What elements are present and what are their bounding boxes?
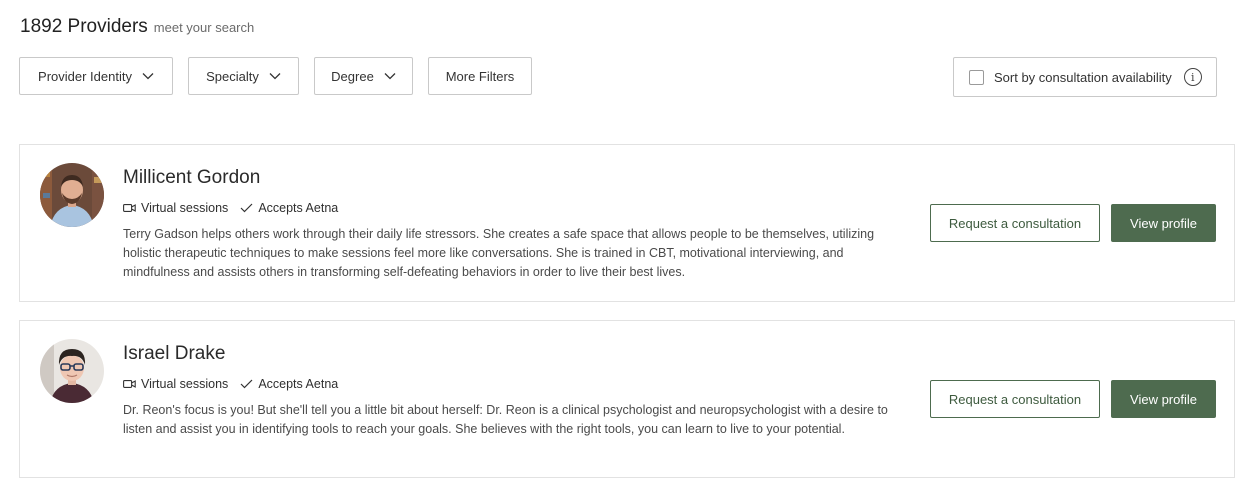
- provider-identity-filter-label: Provider Identity: [38, 68, 132, 84]
- results-heading: 1892 Providers meet your search: [20, 16, 254, 38]
- virtual-sessions-label: Virtual sessions: [141, 377, 229, 391]
- request-consultation-button[interactable]: Request a consultation: [930, 380, 1100, 418]
- more-filters-label: More Filters: [445, 68, 515, 84]
- results-count: 1892 Providers: [20, 16, 148, 37]
- info-icon[interactable]: i: [1183, 68, 1202, 86]
- virtual-sessions-tag: Virtual sessions: [123, 201, 228, 215]
- insurance-tag: Accepts Aetna: [240, 201, 338, 215]
- provider-avatar: [40, 163, 104, 227]
- insurance-label: Accepts Aetna: [258, 201, 339, 215]
- specialty-filter[interactable]: Specialty: [188, 57, 299, 95]
- view-profile-button[interactable]: View profile: [1111, 380, 1216, 418]
- more-filters-button[interactable]: More Filters: [428, 57, 532, 95]
- provider-description: Dr. Reon's focus is you! But she'll tell…: [123, 403, 888, 436]
- video-camera-icon: [123, 204, 136, 212]
- provider-card: Millicent Gordon Virtual sessions Accept…: [19, 144, 1235, 302]
- virtual-sessions-tag: Virtual sessions: [123, 377, 228, 391]
- video-camera-icon: [123, 380, 136, 388]
- specialty-filter-label: Specialty: [206, 68, 259, 84]
- chevron-down-icon: [384, 73, 396, 80]
- chevron-down-icon: [142, 73, 154, 80]
- virtual-sessions-label: Virtual sessions: [141, 201, 229, 215]
- checkmark-icon: [240, 379, 253, 389]
- sort-availability-checkbox[interactable]: [969, 69, 984, 85]
- provider-identity-filter[interactable]: Provider Identity: [19, 57, 173, 95]
- chevron-down-icon: [269, 73, 281, 80]
- insurance-tag: Accepts Aetna: [240, 377, 338, 391]
- provider-avatar: [40, 339, 104, 403]
- provider-tags: Virtual sessions Accepts Aetna: [123, 201, 338, 215]
- results-subtitle: meet your search: [153, 20, 255, 35]
- sort-by-availability[interactable]: Sort by consultation availability i: [953, 57, 1217, 97]
- provider-search-page: 1892 Providers meet your search Provider…: [0, 0, 1248, 496]
- provider-name[interactable]: Millicent Gordon: [123, 167, 260, 189]
- sort-availability-label: Sort by consultation availability: [994, 69, 1172, 85]
- degree-filter[interactable]: Degree: [314, 57, 413, 95]
- provider-card: Israel Drake Virtual sessions Accepts Ae…: [19, 320, 1235, 478]
- request-consultation-button[interactable]: Request a consultation: [930, 204, 1100, 242]
- view-profile-button[interactable]: View profile: [1111, 204, 1216, 242]
- degree-filter-label: Degree: [331, 68, 374, 84]
- provider-name[interactable]: Israel Drake: [123, 343, 225, 365]
- provider-tags: Virtual sessions Accepts Aetna: [123, 377, 338, 391]
- insurance-label: Accepts Aetna: [258, 377, 339, 391]
- provider-description: Terry Gadson helps others work through t…: [123, 227, 875, 279]
- checkmark-icon: [240, 203, 253, 213]
